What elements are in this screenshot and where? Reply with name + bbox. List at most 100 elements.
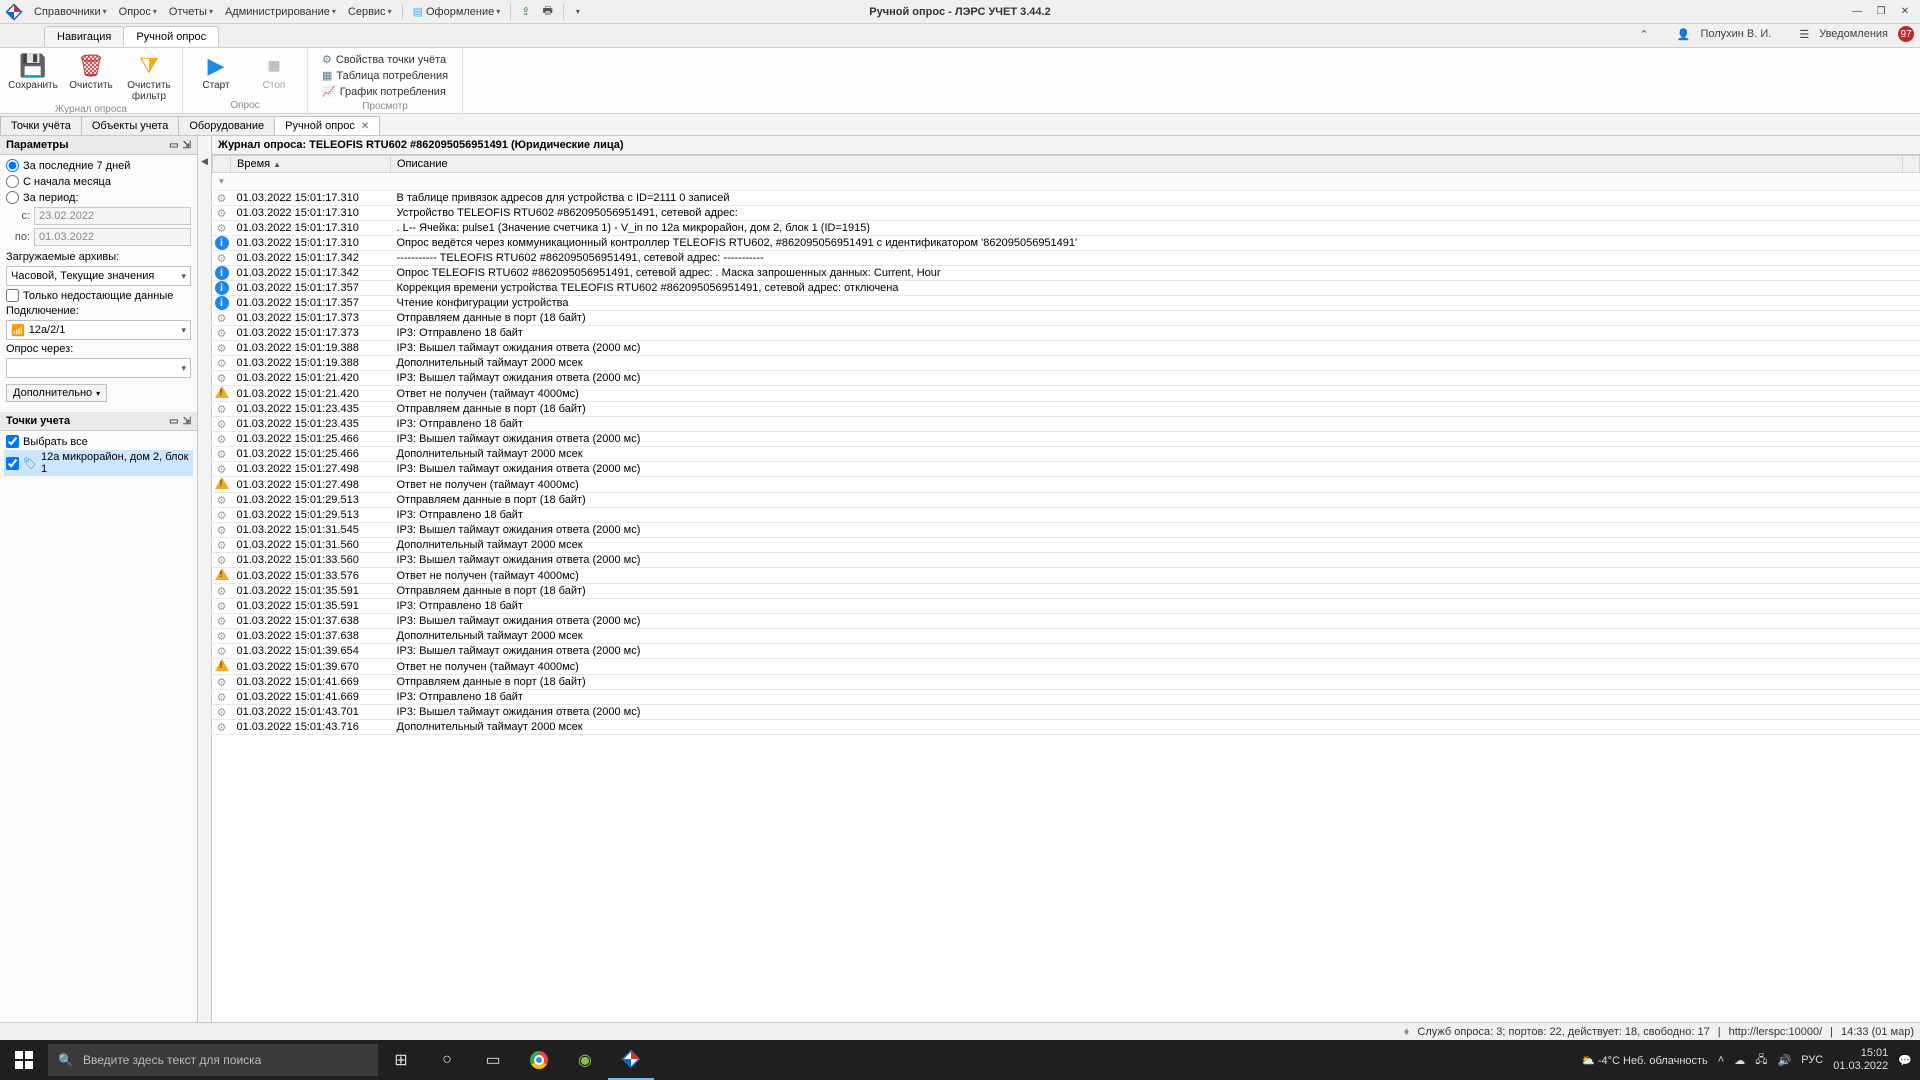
table-row[interactable]: ⚙01.03.2022 15:01:17.373Отправляем данны…	[213, 311, 1920, 326]
table-row[interactable]: ⚙01.03.2022 15:01:25.466Дополнительный т…	[213, 447, 1920, 462]
period-month-radio[interactable]	[6, 175, 19, 188]
menu-directories[interactable]: Справочники▾	[28, 0, 113, 23]
tray-network-icon[interactable]: 🖧	[1755, 1051, 1767, 1070]
table-row[interactable]: i01.03.2022 15:01:17.310Опрос ведётся че…	[213, 236, 1920, 251]
filter-icon-cell[interactable]: ▾	[213, 173, 231, 191]
pin-icon[interactable]: ⇲	[183, 140, 191, 151]
table-row[interactable]: ⚙01.03.2022 15:01:19.388Дополнительный т…	[213, 356, 1920, 371]
table-row[interactable]: ⚙01.03.2022 15:01:37.638Дополнительный т…	[213, 629, 1920, 644]
more-button[interactable]: Дополнительно▾	[6, 384, 107, 402]
col-desc[interactable]: Описание	[391, 156, 1903, 173]
only-missing-checkbox[interactable]	[6, 289, 19, 302]
via-combo[interactable]	[6, 358, 191, 378]
cortana-button[interactable]: ○	[424, 1040, 470, 1080]
save-button[interactable]: 💾 Сохранить	[6, 50, 60, 104]
user-name[interactable]: Полухин В. И.	[1700, 28, 1771, 40]
table-row[interactable]: ⚙01.03.2022 15:01:17.342----------- TELE…	[213, 251, 1920, 266]
table-row[interactable]: ⚙01.03.2022 15:01:37.638IP3: Вышел тайма…	[213, 614, 1920, 629]
tab-manual-poll[interactable]: Ручной опрос	[123, 26, 219, 47]
table-row[interactable]: i01.03.2022 15:01:17.357Чтение конфигура…	[213, 296, 1920, 311]
clear-button[interactable]: 🗑 Очистить	[64, 50, 118, 104]
float-icon[interactable]: ▭	[169, 140, 178, 151]
consumption-table-link[interactable]: ▦ Таблица потребления	[322, 68, 448, 83]
doctab-objects[interactable]: Объекты учета	[81, 116, 179, 135]
tree-item[interactable]: 🏷 12а микрорайон, дом 2, блок 1	[4, 450, 193, 476]
pin-icon[interactable]: ⇲	[183, 416, 191, 427]
close-button[interactable]: ✕	[1896, 5, 1914, 19]
lers-app-icon[interactable]	[608, 1040, 654, 1080]
table-row[interactable]: ⚙01.03.2022 15:01:25.466IP3: Вышел тайма…	[213, 432, 1920, 447]
select-all-checkbox[interactable]	[6, 435, 19, 448]
table-row[interactable]: ⚙01.03.2022 15:01:31.560Дополнительный т…	[213, 538, 1920, 553]
period-last7-radio[interactable]	[6, 159, 19, 172]
doctab-manual-poll[interactable]: Ручной опрос✕	[274, 116, 380, 135]
float-icon[interactable]: ▭	[169, 416, 178, 427]
menu-admin[interactable]: Администрирование▾	[219, 0, 342, 23]
table-row[interactable]: ⚙01.03.2022 15:01:35.591Отправляем данны…	[213, 584, 1920, 599]
col-time[interactable]: Время ▲	[231, 156, 391, 173]
menu-reports[interactable]: Отчеты▾	[163, 0, 219, 23]
table-row[interactable]: 01.03.2022 15:01:39.670Ответ не получен …	[213, 659, 1920, 675]
close-tab-icon[interactable]: ✕	[361, 121, 369, 132]
collapse-ribbon-button[interactable]: ⌃	[1640, 28, 1649, 41]
connection-combo[interactable]: 📶 12a/2/1	[6, 320, 191, 340]
tree-item-checkbox[interactable]	[6, 457, 19, 470]
menu-service[interactable]: Сервис▾	[342, 0, 398, 23]
maximize-button[interactable]: ❐	[1872, 5, 1890, 19]
table-row[interactable]: ⚙01.03.2022 15:01:19.388IP3: Вышел тайма…	[213, 341, 1920, 356]
tray-chevron-icon[interactable]: ˄	[1718, 1054, 1724, 1066]
table-row[interactable]: ⚙01.03.2022 15:01:41.669Отправляем данны…	[213, 675, 1920, 690]
table-row[interactable]: ⚙01.03.2022 15:01:17.310В таблице привяз…	[213, 191, 1920, 206]
table-row[interactable]: ⚙01.03.2022 15:01:35.591IP3: Отправлено …	[213, 599, 1920, 614]
table-row[interactable]: ⚙01.03.2022 15:01:29.513Отправляем данны…	[213, 493, 1920, 508]
table-row[interactable]: ⚙01.03.2022 15:01:31.545IP3: Вышел тайма…	[213, 523, 1920, 538]
table-row[interactable]: 01.03.2022 15:01:27.498Ответ не получен …	[213, 477, 1920, 493]
doctab-equipment[interactable]: Оборудование	[178, 116, 275, 135]
table-row[interactable]: ⚙01.03.2022 15:01:17.310. L-- Ячейка: pu…	[213, 221, 1920, 236]
app-icon-1[interactable]: ◉	[562, 1040, 608, 1080]
table-row[interactable]: ⚙01.03.2022 15:01:33.560IP3: Вышел тайма…	[213, 553, 1920, 568]
consumption-chart-link[interactable]: 📈 График потребления	[322, 84, 448, 99]
table-row[interactable]: ⚙01.03.2022 15:01:29.513IP3: Отправлено …	[213, 508, 1920, 523]
filter-row[interactable]: ▾	[213, 173, 1920, 191]
doctab-points[interactable]: Точки учёта	[0, 116, 82, 135]
table-row[interactable]: i01.03.2022 15:01:17.342Опрос TELEOFIS R…	[213, 266, 1920, 281]
minimize-button[interactable]: —	[1848, 5, 1866, 19]
taskbar-search[interactable]: 🔍 Введите здесь текст для поиска	[48, 1044, 378, 1076]
clear-filter-button[interactable]: ⧩ Очистить фильтр	[122, 50, 176, 104]
period-range-radio[interactable]	[6, 191, 19, 204]
stop-button[interactable]: ■ Стоп	[247, 50, 301, 100]
table-row[interactable]: ⚙01.03.2022 15:01:43.716Дополнительный т…	[213, 720, 1920, 735]
collapse-panel-gutter[interactable]: ◀	[198, 136, 212, 1022]
table-row[interactable]: ⚙01.03.2022 15:01:17.373IP3: Отправлено …	[213, 326, 1920, 341]
chrome-icon[interactable]	[516, 1040, 562, 1080]
tray-lang[interactable]: РУС	[1801, 1054, 1823, 1066]
more-button[interactable]: ▾	[568, 0, 586, 23]
tray-notifications-icon[interactable]: 💬	[1898, 1054, 1912, 1067]
table-row[interactable]: ⚙01.03.2022 15:01:43.701IP3: Вышел тайма…	[213, 705, 1920, 720]
export-button[interactable]: ⇪	[515, 0, 536, 23]
tray-cloud-icon[interactable]: ☁	[1734, 1054, 1745, 1067]
date-to-input[interactable]	[34, 228, 191, 246]
table-row[interactable]: 01.03.2022 15:01:21.420Ответ не получен …	[213, 386, 1920, 402]
menu-theme[interactable]: ▤ Оформление▾	[407, 0, 507, 23]
archives-combo[interactable]: Часовой, Текущие значения	[6, 266, 191, 286]
start-button[interactable]: ▶ Старт	[189, 50, 243, 100]
tab-navigation[interactable]: Навигация	[44, 26, 124, 47]
print-button[interactable]: 🖶	[537, 0, 559, 23]
menu-poll[interactable]: Опрос▾	[113, 0, 163, 23]
start-button[interactable]	[0, 1040, 48, 1080]
taskbar-icon[interactable]: ▭	[470, 1040, 516, 1080]
tray-clock[interactable]: 15:01 01.03.2022	[1833, 1047, 1888, 1073]
table-row[interactable]: ⚙01.03.2022 15:01:23.435IP3: Отправлено …	[213, 417, 1920, 432]
notifications-link[interactable]: Уведомления	[1819, 28, 1888, 40]
journal-grid[interactable]: Время ▲ Описание ▾ ⚙01.03.2022 15:01:17.…	[212, 155, 1920, 1022]
table-row[interactable]: ⚙01.03.2022 15:01:41.669IP3: Отправлено …	[213, 690, 1920, 705]
point-properties-link[interactable]: ⚙ Свойства точки учёта	[322, 52, 448, 67]
table-row[interactable]: ⚙01.03.2022 15:01:21.420IP3: Вышел тайма…	[213, 371, 1920, 386]
weather-widget[interactable]: ⛅ -4°C Неб. облачность	[1581, 1054, 1708, 1067]
table-row[interactable]: ⚙01.03.2022 15:01:17.310Устройство TELEO…	[213, 206, 1920, 221]
date-from-input[interactable]	[34, 207, 191, 225]
table-row[interactable]: ⚙01.03.2022 15:01:23.435Отправляем данны…	[213, 402, 1920, 417]
table-row[interactable]: ⚙01.03.2022 15:01:27.498IP3: Вышел тайма…	[213, 462, 1920, 477]
